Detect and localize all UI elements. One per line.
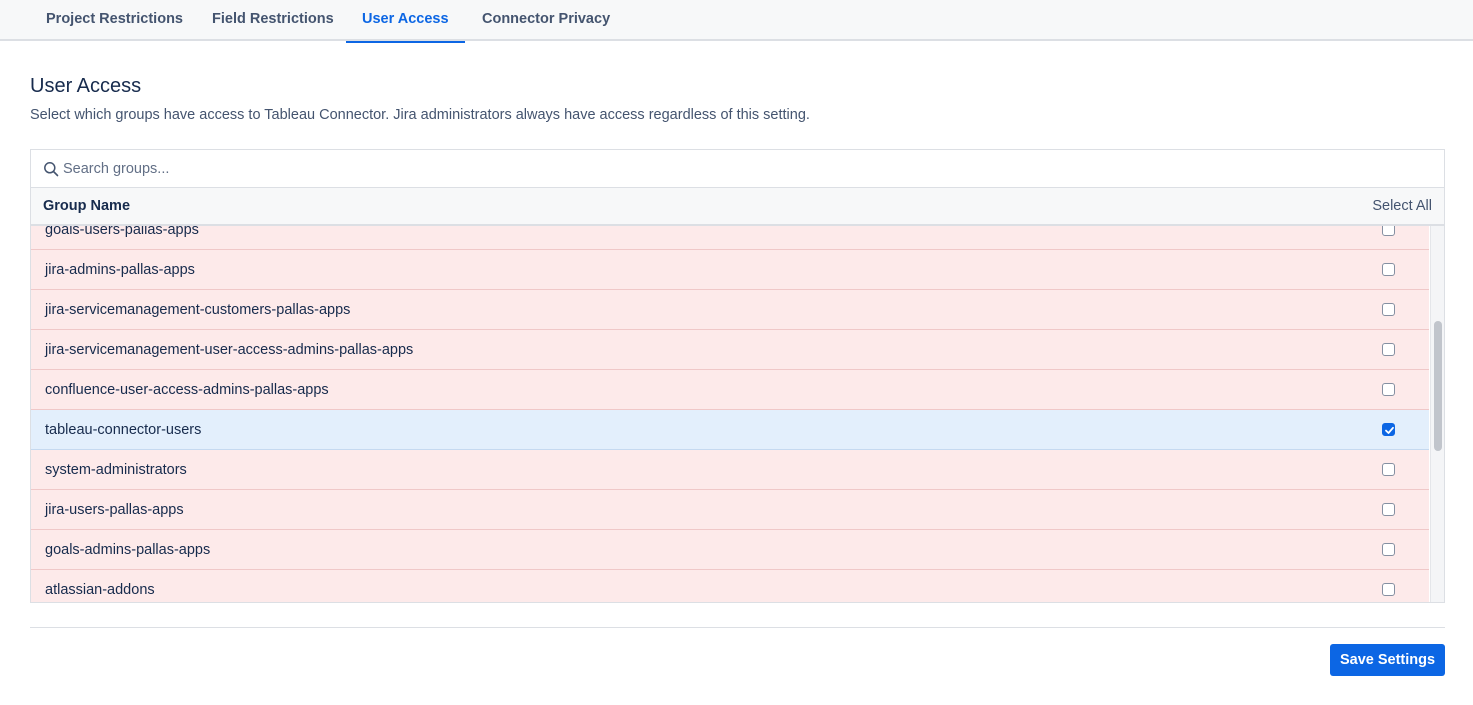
group-name: jira-servicemanagement-user-access-admin… xyxy=(45,342,414,358)
group-access-checkbox[interactable] xyxy=(1382,383,1395,396)
scrollbar-thumb[interactable] xyxy=(1434,321,1442,451)
group-access-checkbox[interactable] xyxy=(1382,543,1395,556)
group-access-checkbox[interactable] xyxy=(1382,303,1395,316)
group-name: jira-admins-pallas-apps xyxy=(45,262,195,278)
group-name: goals-users-pallas-apps xyxy=(45,226,199,238)
table-row[interactable]: jira-servicemanagement-customers-pallas-… xyxy=(31,290,1429,330)
group-name: atlassian-addons xyxy=(45,582,155,598)
save-settings-button[interactable]: Save Settings xyxy=(1330,644,1445,676)
checkmark-icon xyxy=(1385,426,1394,434)
table-header: Group Name Select All xyxy=(31,188,1444,226)
tab-field-restrictions[interactable]: Field Restrictions xyxy=(196,0,350,41)
tab-project-restrictions[interactable]: Project Restrictions xyxy=(30,0,199,41)
group-name: system-administrators xyxy=(45,462,187,478)
group-access-checkbox[interactable] xyxy=(1382,226,1395,236)
group-name: jira-servicemanagement-customers-pallas-… xyxy=(45,302,351,318)
table-row[interactable]: jira-admins-pallas-apps xyxy=(31,250,1429,290)
table-row[interactable]: system-administrators xyxy=(31,450,1429,490)
tab-user-access[interactable]: User Access xyxy=(346,0,465,43)
table-row[interactable]: confluence-user-access-admins-pallas-app… xyxy=(31,370,1429,410)
tab-connector-privacy[interactable]: Connector Privacy xyxy=(466,0,626,41)
select-all-button[interactable]: Select All xyxy=(1372,198,1432,214)
group-access-checkbox[interactable] xyxy=(1382,263,1395,276)
group-access-checkbox[interactable] xyxy=(1382,463,1395,476)
search-bar xyxy=(31,150,1444,188)
column-header-group-name: Group Name xyxy=(43,198,131,214)
group-access-checkbox[interactable] xyxy=(1382,503,1395,516)
tab-bar: Project Restrictions Field Restrictions … xyxy=(0,0,1473,43)
group-name: confluence-user-access-admins-pallas-app… xyxy=(45,382,329,398)
group-access-panel: Group Name Select All goals-users-pallas… xyxy=(30,149,1445,603)
group-access-checkbox[interactable] xyxy=(1382,583,1395,596)
footer-divider xyxy=(30,627,1445,628)
page-title: User Access xyxy=(30,75,142,97)
table-row[interactable]: goals-admins-pallas-apps xyxy=(31,530,1429,570)
group-access-checkbox[interactable] xyxy=(1382,343,1395,356)
table-row[interactable]: atlassian-addons xyxy=(31,570,1429,602)
page-description: Select which groups have access to Table… xyxy=(30,107,810,123)
table-row[interactable]: jira-servicemanagement-user-access-admin… xyxy=(31,330,1429,370)
table-row[interactable]: jira-users-pallas-apps xyxy=(31,490,1429,530)
table-row[interactable]: tableau-connector-users xyxy=(31,410,1429,450)
group-name: jira-users-pallas-apps xyxy=(45,502,184,518)
group-name: tableau-connector-users xyxy=(45,422,202,438)
scrollbar[interactable] xyxy=(1430,226,1444,602)
group-name: goals-admins-pallas-apps xyxy=(45,542,211,558)
search-icon xyxy=(43,161,59,177)
group-access-checkbox[interactable] xyxy=(1382,423,1395,436)
table-row[interactable]: goals-users-pallas-apps xyxy=(31,226,1429,250)
search-input[interactable] xyxy=(63,157,1423,181)
group-list: goals-users-pallas-apps jira-admins-palla… xyxy=(31,226,1429,602)
